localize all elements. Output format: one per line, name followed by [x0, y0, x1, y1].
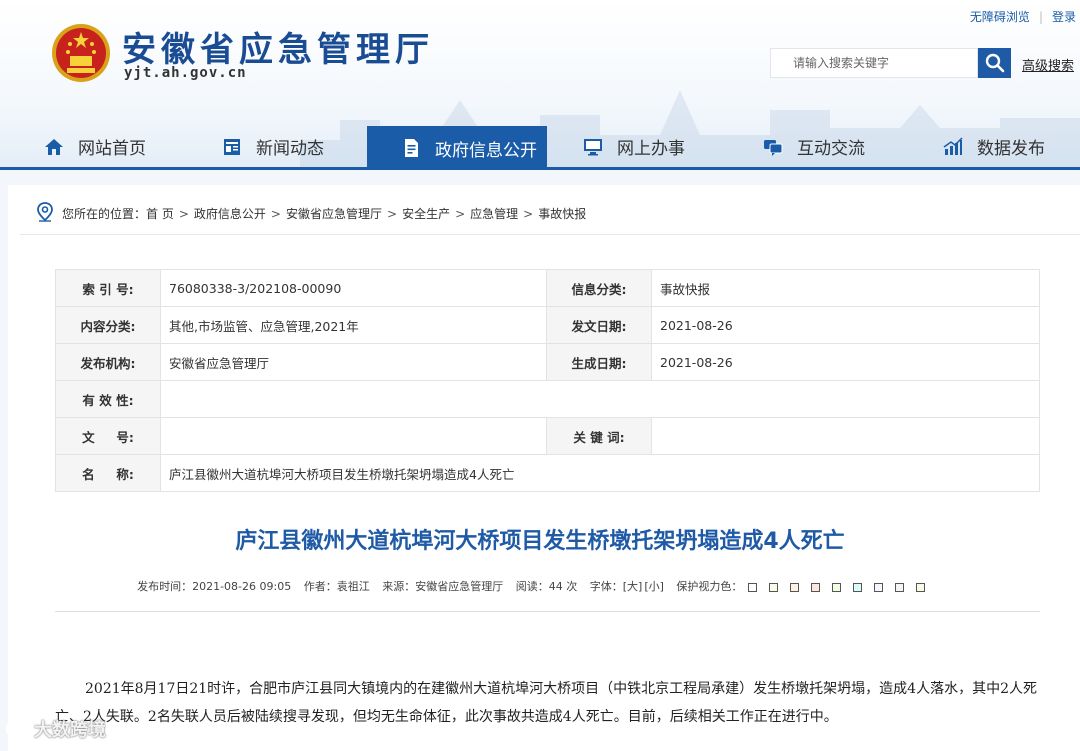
info-table: 索 引 号: 76080338-3/202108-00090 信息分类: 事故快…: [55, 269, 1040, 492]
breadcrumb-separator: >: [387, 206, 398, 221]
search-button[interactable]: [978, 48, 1011, 78]
eye-color-swatches: [747, 582, 934, 592]
table-row: 发布机构: 安徽省应急管理厅 生成日期: 2021-08-26: [55, 343, 1040, 381]
table-row: 文 号: 关 键 词:: [55, 417, 1040, 455]
nav-item-online-service[interactable]: 网上办事: [583, 126, 763, 167]
nav-label: 数据发布: [977, 139, 1045, 159]
nav-label: 新闻动态: [256, 139, 324, 159]
category-value: 事故快报: [651, 269, 1040, 307]
eye-color-swatch[interactable]: [789, 582, 799, 592]
nav-item-data[interactable]: 数据发布: [943, 126, 1080, 167]
location-pin-icon: [36, 202, 54, 225]
issue-date-value: 2021-08-26: [651, 306, 1040, 344]
watermark-text: 大数跨境: [34, 720, 106, 741]
site-header: 安徽省应急管理厅 yjt.ah.gov.cn 无障碍浏览 | 登录 高级搜索 网站首…: [0, 0, 1080, 170]
nav-item-interaction[interactable]: 互动交流: [763, 126, 943, 167]
site-domain: yjt.ah.gov.cn: [124, 65, 247, 81]
article-title: 庐江县徽州大道杭埠河大桥项目发生桥墩托架坍塌造成4人死亡: [235, 529, 845, 554]
table-row: 索 引 号: 76080338-3/202108-00090 信息分类: 事故快…: [55, 269, 1040, 307]
article-meta: 发布时间：2021-08-26 09:05 作者：袁祖江 来源：安徽省应急管理厅…: [0, 578, 1080, 594]
breadcrumb-separator: >: [270, 206, 281, 221]
publisher-label: 发布机构:: [55, 343, 161, 381]
publisher-value: 安徽省应急管理厅: [160, 343, 547, 381]
breadcrumb: 您所在的位置： 首 页 > 政府信息公开 > 安徽省应急管理厅 > 安全生产 >…: [36, 202, 586, 225]
content-category-value: 其他,市场监管、应急管理,2021年: [160, 306, 547, 344]
eye-color-swatch[interactable]: [768, 582, 778, 592]
table-row: 有 效 性:: [55, 380, 1040, 418]
breadcrumb-separator: >: [178, 206, 189, 221]
eye-color-swatch[interactable]: [915, 582, 925, 592]
accessibility-link[interactable]: 无障碍浏览: [970, 10, 1030, 24]
category-label: 信息分类:: [546, 269, 652, 307]
breadcrumb-item-gov-info[interactable]: 政府信息公开: [194, 205, 266, 222]
divider: [20, 234, 1080, 235]
nav-label: 网上办事: [617, 139, 685, 159]
keywords-label: 关 键 词:: [546, 417, 652, 455]
generated-date-value: 2021-08-26: [651, 343, 1040, 381]
validity-value: [160, 380, 1040, 418]
news-icon: [222, 137, 242, 157]
login-link[interactable]: 登录: [1052, 10, 1076, 24]
font-size-label: 字体：: [589, 580, 623, 593]
font-small-button[interactable]: [小]: [644, 580, 664, 593]
breadcrumb-item-home[interactable]: 首 页: [146, 205, 174, 222]
chat-icon: [763, 137, 783, 157]
watermark-logo-icon: [5, 720, 33, 738]
site-title: 安徽省应急管理厅: [122, 30, 434, 70]
national-emblem-icon: [50, 22, 112, 84]
search-icon: [985, 53, 1004, 73]
home-icon: [44, 137, 64, 157]
document-icon: [401, 138, 421, 158]
document-number-value: [160, 417, 547, 455]
content-category-label: 内容分类:: [55, 306, 161, 344]
breadcrumb-prefix: 您所在的位置：: [62, 207, 147, 221]
divider: [55, 611, 1040, 612]
eye-color-swatch[interactable]: [747, 582, 757, 592]
font-large-button[interactable]: [大]: [623, 580, 643, 593]
keywords-value: [651, 417, 1040, 455]
author: 作者：袁祖江: [303, 580, 370, 593]
eye-protection-label: 保护视力色：: [676, 580, 743, 593]
read-count: 阅读：44 次: [515, 580, 578, 593]
table-row: 内容分类: 其他,市场监管、应急管理,2021年 发文日期: 2021-08-2…: [55, 306, 1040, 344]
breadcrumb-item-accident-report[interactable]: 事故快报: [538, 205, 586, 222]
article-body: 2021年8月17日21时许，合肥市庐江县同大镇境内的在建徽州大道杭埠河大桥项目…: [55, 681, 1037, 725]
breadcrumb-item-safety[interactable]: 安全生产: [402, 205, 450, 222]
breadcrumb-item-emergency[interactable]: 应急管理: [470, 205, 518, 222]
document-number-label: 文 号:: [55, 417, 161, 455]
breadcrumb-separator: >: [523, 206, 534, 221]
main-nav: 网站首页 新闻动态 政府信息公开 网上办事 互动交流 数据发布: [0, 126, 1080, 170]
nav-label: 互动交流: [797, 139, 865, 159]
nav-label: 政府信息公开: [435, 140, 537, 161]
content-panel: 您所在的位置： 首 页 > 政府信息公开 > 安徽省应急管理厅 > 安全生产 >…: [8, 185, 1080, 751]
breadcrumb-item-department[interactable]: 安徽省应急管理厅: [286, 205, 382, 222]
nav-label: 网站首页: [78, 139, 146, 159]
divider: |: [1038, 10, 1043, 24]
eye-color-swatch[interactable]: [852, 582, 862, 592]
eye-color-swatch[interactable]: [810, 582, 820, 592]
top-links: 无障碍浏览 | 登录: [970, 8, 1076, 25]
search-input[interactable]: [770, 48, 978, 78]
monitor-icon: [583, 137, 603, 157]
table-row: 名 称: 庐江县徽州大道杭埠河大桥项目发生桥墩托架坍塌造成4人死亡: [55, 454, 1040, 492]
eye-color-swatch[interactable]: [831, 582, 841, 592]
publish-time: 发布时间：2021-08-26 09:05: [137, 580, 292, 593]
advanced-search-link[interactable]: 高级搜索: [1022, 55, 1074, 74]
source: 来源：安徽省应急管理厅: [382, 580, 504, 593]
watermark: 大数跨境: [4, 716, 106, 742]
eye-color-swatch[interactable]: [894, 582, 904, 592]
eye-color-swatch[interactable]: [873, 582, 883, 592]
breadcrumb-separator: >: [455, 206, 466, 221]
nav-item-home[interactable]: 网站首页: [44, 126, 224, 167]
nav-item-gov-info[interactable]: 政府信息公开: [367, 126, 547, 170]
index-label: 索 引 号:: [55, 269, 161, 307]
name-value: 庐江县徽州大道杭埠河大桥项目发生桥墩托架坍塌造成4人死亡: [160, 454, 1040, 492]
name-label: 名 称:: [55, 454, 161, 492]
chart-icon: [943, 136, 963, 157]
index-value: 76080338-3/202108-00090: [160, 269, 547, 307]
validity-label: 有 效 性:: [55, 380, 161, 418]
issue-date-label: 发文日期:: [546, 306, 652, 344]
generated-date-label: 生成日期:: [546, 343, 652, 381]
